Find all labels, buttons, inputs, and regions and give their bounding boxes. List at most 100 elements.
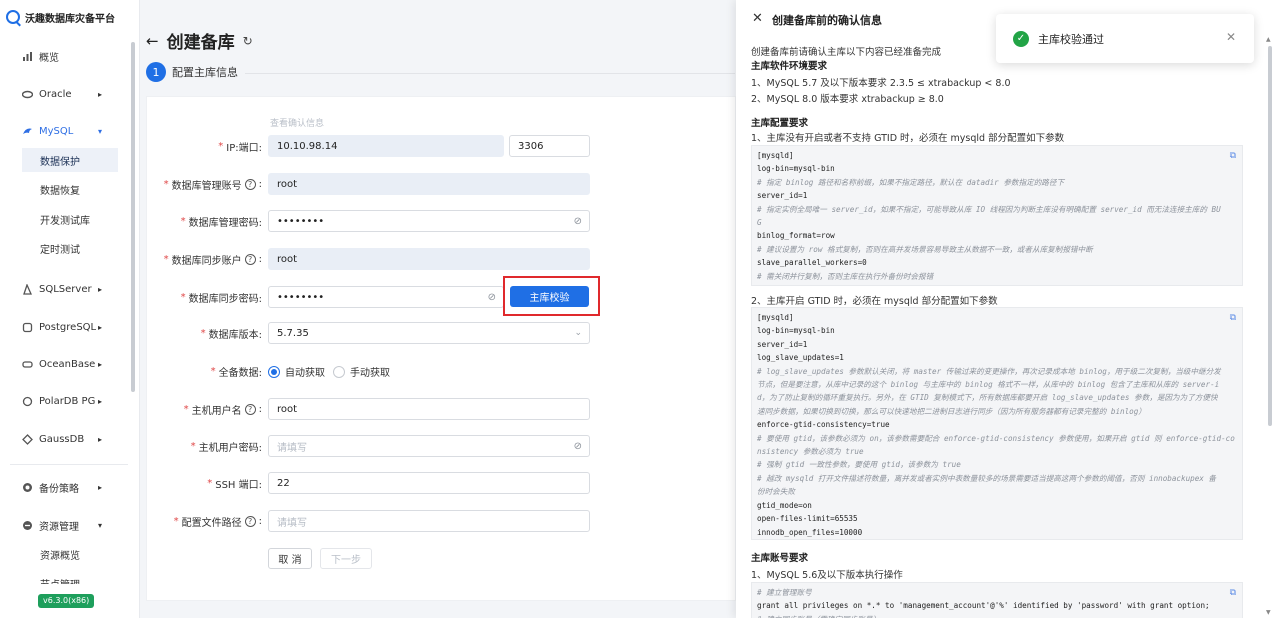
admin-password-input[interactable]: •••••••• ⊘ <box>268 210 590 232</box>
view-confirm-info-link[interactable]: 查看确认信息 <box>270 116 324 129</box>
nav-item-gaussdb[interactable]: GaussDB ▸ <box>0 427 128 451</box>
nav-label: OceanBase <box>39 358 96 370</box>
sub-item-data-recovery[interactable]: 数据恢复 <box>22 177 118 201</box>
host-password-input[interactable]: 请填写 ⊘ <box>268 435 590 457</box>
code-lines: # 建立管理账号 grant all privileges on *.* to '… <box>757 586 1237 618</box>
scroll-up-icon[interactable]: ▲ <box>1266 36 1271 43</box>
code-lines: [mysqld] log-bin=mysql-bin # 指定 binlog 路径和… <box>757 149 1237 283</box>
next-step-button[interactable]: 下一步 <box>320 548 372 569</box>
code-line: server_id=1 <box>757 339 808 349</box>
version-badge: v6.3.0(x86) <box>38 594 95 608</box>
code-comment-line: # 建立同步账号（需确定同步账号） <box>757 613 1237 618</box>
copy-icon[interactable]: ⧉ <box>1230 151 1236 161</box>
code-comment-line: 节点，但是要注意，从库中记录的这个 binlog 与主库中的 binlog 格式… <box>757 380 1220 390</box>
brand-name: 沃趣数据库灾备平台 <box>25 13 115 25</box>
sub-item-data-protection[interactable]: 数据保护 <box>22 148 118 172</box>
copy-icon[interactable]: ⧉ <box>1230 588 1236 598</box>
postgresql-icon <box>22 322 33 332</box>
close-icon[interactable]: ✕ <box>1226 30 1236 44</box>
code-line: log-bin=mysql-bin <box>757 164 835 174</box>
nav-item-oracle[interactable]: Oracle ▸ <box>0 82 128 106</box>
scroll-down-icon[interactable]: ▼ <box>1266 609 1271 616</box>
help-icon: ? <box>244 403 256 415</box>
host-password-label: * 主机用户密码: <box>190 440 262 454</box>
step-label: 配置主库信息 <box>172 66 238 79</box>
nav-item-sqlserver[interactable]: SQLServer ▸ <box>0 277 128 301</box>
sub-item-node-management[interactable]: 节点管理 <box>22 570 118 584</box>
nav-item-overview[interactable]: 概览 <box>0 44 128 68</box>
toast-message: 主库校验通过 <box>1038 32 1104 46</box>
admin-user-input[interactable]: root <box>268 173 590 195</box>
copy-icon[interactable]: ⧉ <box>1230 313 1236 323</box>
nav-label: GaussDB <box>39 433 85 445</box>
chevron-right-icon: ▸ <box>97 359 102 369</box>
code-comment-line: # 需关闭并行复制，否则主库在执行外备份时会报错 <box>757 271 934 281</box>
nav-item-oceanbase[interactable]: OceanBase ▸ <box>0 352 128 376</box>
drawer-intro: 创建备库前请确认主库以下内容已经准备完成 <box>751 47 942 58</box>
code-comment-line: # 要使用 gtid，该参数必须为 on，该参数需要配合 enforce-gti… <box>757 433 1235 443</box>
radio-manual[interactable]: 手动获取 <box>333 364 390 379</box>
help-icon: ? <box>244 253 256 265</box>
db-version-select[interactable]: 5.7.35 ⌄ <box>268 322 590 344</box>
oceanbase-icon <box>22 360 33 368</box>
nav-item-resource-management[interactable]: 资源管理 ▾ <box>0 513 128 537</box>
sub-item-scheduled-test[interactable]: 定时测试 <box>22 236 118 260</box>
sub-item-dev-test-db[interactable]: 开发测试库 <box>22 207 118 231</box>
code-block-account: # 建立管理账号 grant all privileges on *.* to '… <box>751 582 1243 618</box>
nav-item-mysql[interactable]: MySQL ▾ <box>0 119 128 143</box>
page-header: ← 创建备库 ↻ <box>146 28 253 54</box>
scrollbar-thumb[interactable] <box>1268 46 1272 426</box>
code-block-no-gtid: [mysqld] log-bin=mysql-bin # 指定 binlog 路径和… <box>751 145 1243 286</box>
nav-item-backup-policy[interactable]: 备份策略 ▸ <box>0 475 128 499</box>
step-indicator: 1 配置主库信息 <box>146 62 238 82</box>
close-icon[interactable]: ✕ <box>752 11 763 26</box>
brand[interactable]: 沃趣数据库灾备平台 <box>6 8 115 26</box>
chevron-right-icon: ▸ <box>97 89 102 99</box>
code-comment-line: G <box>757 218 762 228</box>
software-req-2: 2、MySQL 8.0 版本要求 xtrabackup ≥ 8.0 <box>751 94 944 105</box>
radio-auto[interactable]: 自动获取 <box>268 364 325 379</box>
highlight-box <box>503 276 600 316</box>
nav-item-postgresql[interactable]: PostgreSQL ▸ <box>0 315 128 339</box>
host-user-input[interactable]: root <box>268 398 590 420</box>
config-req-1: 1、主库没有开启或者不支持 GTID 时，必须在 mysqld 部分配置如下参数 <box>751 133 1065 144</box>
full-backup-label: * 全备数据: <box>210 365 262 379</box>
chevron-right-icon: ▸ <box>97 396 102 406</box>
account-heading: 主库账号要求 <box>751 553 809 564</box>
code-line: log-bin=mysql-bin <box>757 326 835 336</box>
port-input[interactable]: 3306 <box>509 135 590 157</box>
resource-icon <box>23 520 32 530</box>
nav-label: 资源管理 <box>39 521 79 533</box>
sub-item-resource-overview[interactable]: 资源概览 <box>22 542 118 566</box>
code-line: slave_parallel_workers=0 <box>757 258 867 268</box>
code-line: [mysqld] <box>757 313 794 322</box>
nav-item-polardb[interactable]: PolarDB PG ▸ <box>0 389 128 413</box>
refresh-icon[interactable]: ↻ <box>243 34 253 48</box>
scrollbar-thumb[interactable] <box>131 42 135 392</box>
ip-input[interactable]: 10.10.98.14 <box>268 135 504 157</box>
chevron-down-icon: ▾ <box>97 520 102 530</box>
code-comment-line: # 强制 gtid 一致性参数，要使用 gtid，该参数为 true <box>757 460 961 470</box>
back-arrow-icon[interactable]: ← <box>146 32 159 50</box>
cancel-button[interactable]: 取 消 <box>268 548 312 569</box>
database-icon <box>22 90 33 98</box>
db-version-label: * 数据库版本: <box>200 327 262 341</box>
ssh-port-label: * SSH 端口: <box>207 477 262 491</box>
eye-off-icon[interactable]: ⊘ <box>488 292 496 303</box>
code-line: gtid_mode=on <box>757 500 812 510</box>
drawer-scrollbar[interactable]: ▲ ▼ <box>1266 36 1274 616</box>
code-line: binlog_format=row <box>757 231 835 241</box>
backup-policy-icon <box>23 482 32 492</box>
eye-off-icon[interactable]: ⊘ <box>574 441 582 452</box>
sidebar-scrollbar[interactable] <box>130 32 136 592</box>
code-lines: [mysqld] log-bin=mysql-bin server_id=1 log_… <box>757 311 1237 539</box>
sync-user-input[interactable]: root <box>268 248 590 270</box>
sync-password-input[interactable]: •••••••• ⊘ <box>268 286 504 308</box>
eye-off-icon[interactable]: ⊘ <box>574 216 582 227</box>
chevron-right-icon: ▸ <box>97 434 102 444</box>
nav-label: 概览 <box>39 52 59 64</box>
code-comment-line: # 指定 binlog 路径和名称前缀，如果不指定路径，默认在 datadir … <box>757 177 1065 187</box>
account-req-1: 1、MySQL 5.6及以下版本执行操作 <box>751 570 903 581</box>
config-path-input[interactable]: 请填写 <box>268 510 590 532</box>
ssh-port-input[interactable]: 22 <box>268 472 590 494</box>
